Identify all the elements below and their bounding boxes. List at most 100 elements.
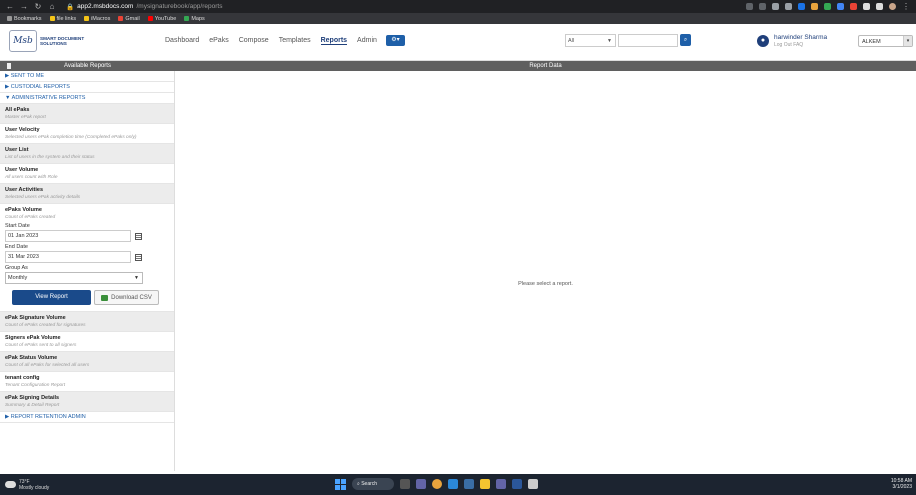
nav-epaks[interactable]: ePaks [209, 37, 228, 45]
report-item[interactable]: ePak Signature Volume Count of ePaks crea… [0, 312, 174, 332]
bookmark-item[interactable]: file links [49, 15, 77, 22]
search-input[interactable] [618, 34, 678, 47]
nav-reports[interactable]: Reports [320, 37, 348, 45]
nav-templates[interactable]: Templates [279, 37, 311, 45]
report-item[interactable]: User Velocity Selected users ePak complet… [0, 124, 174, 144]
start-date-input[interactable]: 01 Jan 2023 [5, 230, 131, 242]
report-item[interactable]: User Volume All users count with Role [0, 164, 174, 184]
gmail-icon [118, 16, 124, 21]
extension-icon[interactable] [850, 3, 857, 10]
csv-icon [101, 294, 109, 301]
panel-header: Available Reports Report Data [0, 61, 916, 71]
report-item[interactable]: ePak Status Volume Count of all ePaks for… [0, 352, 174, 372]
search-button[interactable]: ⌕ [680, 34, 691, 46]
logo[interactable]: Msb SMART DOCUMENT SOLUTIONS [9, 30, 84, 52]
calendar-icon[interactable] [135, 253, 142, 261]
section-sent-to-me[interactable]: ▶ SENT TO ME [0, 71, 174, 82]
photos-icon[interactable] [464, 479, 474, 489]
calendar-icon[interactable] [135, 232, 142, 240]
report-description: Selected users ePak activity details [5, 195, 81, 200]
section-administrative-reports[interactable]: ▼ ADMINISTRATIVE REPORTS [0, 93, 174, 104]
task-view-icon[interactable] [400, 479, 410, 489]
available-reports-header: Available Reports [0, 61, 175, 71]
extension-icon[interactable] [772, 3, 779, 10]
share-icon[interactable] [746, 3, 753, 10]
report-item[interactable]: All ePaks Master ePak report [0, 104, 174, 124]
menu-dots-icon[interactable]: ⋮ [902, 2, 910, 11]
group-as-select[interactable]: Monthly ▼ [5, 272, 143, 284]
faq-link[interactable]: FAQ [793, 42, 803, 48]
download-csv-button[interactable]: Download CSV [94, 290, 159, 305]
word-icon[interactable] [512, 479, 522, 489]
system-clock[interactable]: 10:58 AM 3/1/2023 [891, 478, 912, 490]
edge-icon[interactable] [448, 479, 458, 489]
bookmark-item[interactable]: YouTube [147, 16, 176, 22]
report-item[interactable]: tenant config Tenant Configuration Report [0, 372, 174, 392]
teams-icon[interactable] [416, 479, 426, 489]
nav-admin[interactable]: Admin [357, 37, 377, 45]
report-description: Count of all ePaks for selected all user… [5, 363, 90, 368]
user-avatar[interactable]: ● [757, 35, 769, 47]
back-arrow-icon[interactable]: ← [6, 2, 14, 11]
nav-compose[interactable]: Compose [239, 37, 269, 45]
section-report-retention-admin[interactable]: ▶ REPORT RETENTION ADMIN [0, 412, 174, 423]
app-icon[interactable] [528, 479, 538, 489]
group-as-value: Monthly [8, 275, 28, 281]
reload-icon[interactable]: ↻ [34, 2, 42, 11]
sidepanel-icon[interactable] [876, 3, 883, 10]
puzzle-icon[interactable] [863, 3, 870, 10]
chrome-icon[interactable] [432, 479, 442, 489]
taskbar-search-label: Search [361, 481, 378, 487]
home-icon[interactable]: ⌂ [48, 2, 56, 11]
taskbar: 73°F Mostly cloudy ⌕ Search 10:58 AM 3/1… [0, 474, 916, 495]
caret-down-icon: ▼ [607, 38, 612, 44]
weather-text: 73°F Mostly cloudy [19, 479, 49, 491]
bookmark-label: file links [56, 15, 77, 22]
report-title: ePak Signature Volume [5, 315, 66, 321]
forward-arrow-icon[interactable]: → [20, 2, 28, 11]
report-title: ePak Signing Details [5, 395, 60, 401]
extension-icon[interactable] [824, 3, 831, 10]
report-description: Tenant Configuration Report [5, 383, 66, 388]
report-item[interactable]: ePak Signing Details Summary & Detail Rep… [0, 392, 174, 412]
clock-date: 3/1/2023 [892, 484, 912, 490]
tenant-select[interactable]: ALKEM ▾ [858, 35, 913, 47]
bookmark-label: Bookmarks [14, 15, 42, 22]
search-filter-select[interactable]: All ▼ [565, 34, 616, 47]
report-item[interactable]: User Activities Selected users ePak activ… [0, 184, 174, 204]
extensions: ⋮ [746, 2, 910, 11]
report-item[interactable]: Signers ePak Volume Count of ePaks sent t… [0, 332, 174, 352]
section-custodial-reports[interactable]: ▶ CUSTODIAL REPORTS [0, 82, 174, 93]
weather-widget[interactable]: 73°F Mostly cloudy [5, 479, 49, 491]
extension-icon[interactable] [798, 3, 805, 10]
file-explorer-icon[interactable] [480, 479, 490, 489]
end-date-input[interactable]: 31 Mar 2023 [5, 251, 131, 263]
bookmark-item[interactable]: Maps [184, 16, 205, 22]
extension-icon[interactable] [785, 3, 792, 10]
taskbar-apps: ⌕ Search [335, 478, 538, 490]
windows-start-icon[interactable] [335, 478, 346, 490]
start-date-label: Start Date [5, 223, 30, 229]
nav-dashboard[interactable]: Dashboard [165, 37, 199, 45]
bookmarks-bar: Bookmarks file links iMacros Gmail YouTu… [0, 13, 916, 24]
user-links: Log Out FAQ [774, 42, 803, 48]
report-item[interactable]: User List List of users in the system and… [0, 144, 174, 164]
taskbar-search[interactable]: ⌕ Search [352, 478, 394, 490]
bookmark-item[interactable]: Bookmarks [7, 16, 42, 22]
bookmark-item[interactable]: iMacros [84, 16, 110, 22]
extension-icon[interactable] [811, 3, 818, 10]
view-report-button[interactable]: View Report [12, 290, 91, 305]
star-icon[interactable] [759, 3, 766, 10]
settings-dropdown-button[interactable]: ⚙▾ [386, 35, 405, 46]
maps-icon [184, 16, 190, 21]
teams-chat-icon[interactable] [496, 479, 506, 489]
url-path: /mysignaturebook/app/reports [136, 3, 223, 10]
profile-avatar[interactable] [889, 3, 896, 10]
report-title[interactable]: ePaks Volume [5, 206, 168, 214]
bookmark-item[interactable]: Gmail [118, 16, 140, 22]
extension-icon[interactable] [837, 3, 844, 10]
report-description: All users count with Role [5, 175, 58, 180]
empty-state-message: Please select a report. [518, 281, 573, 287]
logout-link[interactable]: Log Out [774, 42, 792, 48]
address-bar[interactable]: 🔒 app2.msbdocs.com/mysignaturebook/app/r… [66, 3, 740, 11]
